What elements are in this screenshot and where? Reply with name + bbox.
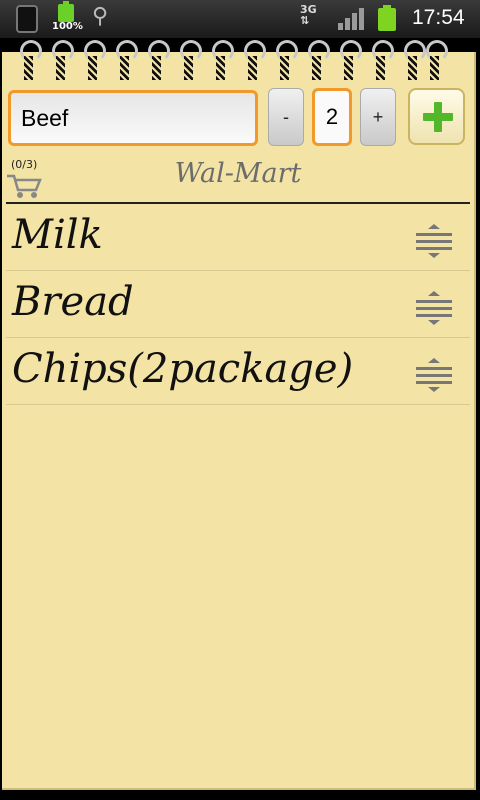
- battery-icon: [378, 5, 396, 31]
- decrement-quantity-button[interactable]: -: [268, 88, 304, 146]
- drag-handle-icon[interactable]: [416, 358, 452, 392]
- spiral-binding: [20, 40, 448, 82]
- list-item[interactable]: Milk: [6, 204, 470, 271]
- battery-percent: 100%: [52, 21, 83, 32]
- network-type-label: 3G: [300, 3, 317, 16]
- shopping-list: Milk Bread Chips(2package): [6, 204, 470, 405]
- list-item-label: Milk: [12, 212, 103, 258]
- list-item-label: Chips(2package): [12, 346, 354, 392]
- list-item[interactable]: Chips(2package): [6, 338, 470, 405]
- list-item[interactable]: Bread: [6, 271, 470, 338]
- item-name-input[interactable]: Beef: [8, 90, 258, 146]
- add-item-button[interactable]: [408, 88, 465, 145]
- usb-icon: ⚲: [92, 4, 109, 29]
- drag-handle-icon[interactable]: [416, 291, 452, 325]
- list-item-label: Bread: [12, 279, 134, 325]
- network-type-icon: 3G ⇅: [300, 3, 317, 27]
- increment-quantity-button[interactable]: +: [360, 88, 396, 146]
- battery-charging-icon: [58, 1, 74, 22]
- clock: 17:54: [412, 6, 465, 29]
- phone-icon: [16, 5, 38, 33]
- store-title: Wal-Mart: [174, 158, 302, 189]
- drag-handle-icon[interactable]: [416, 224, 452, 258]
- quantity-field[interactable]: 2: [312, 88, 352, 146]
- signal-strength-icon: [338, 8, 364, 30]
- status-bar: 100% ⚲ 3G ⇅ 17:54: [0, 0, 480, 38]
